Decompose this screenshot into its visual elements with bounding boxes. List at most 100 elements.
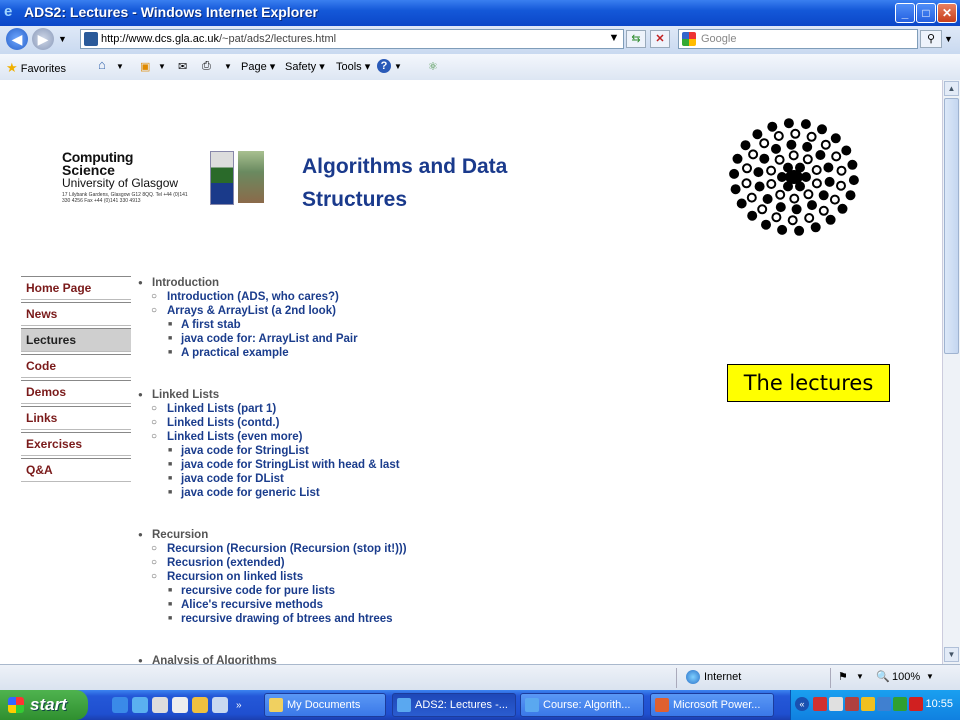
tray-icon-7[interactable]: [909, 697, 923, 711]
stop-icon[interactable]: ✕: [650, 30, 670, 48]
tray-icon-1[interactable]: [813, 697, 827, 711]
sub-link[interactable]: java code for: ArrayList and Pair: [138, 332, 658, 346]
quicklaunch-more-icon[interactable]: »: [236, 700, 242, 711]
quicklaunch-icon-3[interactable]: [152, 697, 168, 713]
menu-item-q-a[interactable]: Q&A: [21, 458, 131, 482]
pattern-dot: [848, 175, 859, 186]
menu-item-home-page[interactable]: Home Page: [21, 276, 131, 300]
tray-icon-3[interactable]: [845, 697, 859, 711]
ie-task-icon: [397, 698, 411, 712]
ie-quicklaunch-icon[interactable]: [112, 697, 128, 713]
lecture-link[interactable]: Linked Lists (even more): [138, 430, 658, 444]
forward-button[interactable]: ▶: [32, 28, 54, 50]
address-input[interactable]: http://www.dcs.gla.ac.uk/~pat/ads2/lectu…: [80, 29, 624, 49]
pattern-dot: [845, 190, 856, 201]
task-ads2-lectures[interactable]: ADS2: Lectures -...: [392, 693, 516, 717]
home-dropdown-icon[interactable]: ▼: [116, 62, 124, 71]
print-dropdown-icon[interactable]: ▼: [224, 62, 232, 71]
tools-menu[interactable]: Tools ▾: [336, 60, 370, 73]
scroll-thumb[interactable]: [944, 98, 959, 354]
sub-link[interactable]: java code for StringList with head & las…: [138, 458, 658, 472]
research-icon[interactable]: ⚛: [428, 60, 438, 73]
safety-menu[interactable]: Safety ▾: [285, 60, 325, 73]
pattern-dot: [766, 179, 777, 189]
task-my-documents[interactable]: My Documents: [264, 693, 386, 717]
lecture-link[interactable]: Recusrion (extended): [138, 556, 658, 570]
menu-item-lectures[interactable]: Lectures: [21, 328, 131, 352]
tray-icon-2[interactable]: [829, 697, 843, 711]
pattern-dot: [830, 133, 841, 144]
protected-mode-icon[interactable]: ⚑: [838, 670, 848, 683]
zoom-level[interactable]: 100%: [892, 671, 920, 683]
protected-mode-dropdown-icon[interactable]: ▼: [856, 672, 864, 681]
sub-link[interactable]: java code for DList: [138, 472, 658, 486]
print-icon[interactable]: ⎙: [202, 60, 211, 73]
pattern-dot: [836, 165, 847, 176]
help-dropdown-icon[interactable]: ▼: [394, 62, 402, 71]
refresh-icon[interactable]: ⇆: [626, 30, 646, 48]
mail-icon[interactable]: ✉: [178, 60, 187, 73]
university-logo[interactable]: Computing Science University of Glasgow …: [62, 150, 267, 208]
quicklaunch-icon-6[interactable]: [212, 697, 228, 713]
pattern-dot: [800, 119, 811, 130]
pattern-dot: [795, 181, 805, 192]
recent-pages-dropdown-icon[interactable]: ▼: [58, 34, 67, 44]
start-button[interactable]: start: [0, 690, 88, 720]
help-icon[interactable]: ?: [377, 59, 391, 73]
tray-icon-4[interactable]: [861, 697, 875, 711]
page-menu[interactable]: Page ▾: [241, 60, 275, 73]
powerpoint-icon: [655, 698, 669, 712]
feeds-icon[interactable]: ▣: [140, 60, 150, 73]
tray-collapse-icon[interactable]: «: [795, 697, 809, 711]
menu-item-demos[interactable]: Demos: [21, 380, 131, 404]
close-button[interactable]: ✕: [937, 3, 957, 23]
search-input[interactable]: Google: [678, 29, 918, 49]
pattern-dot: [761, 219, 771, 230]
task-course-algorithms[interactable]: Course: Algorith...: [520, 693, 644, 717]
quicklaunch-icon-2[interactable]: [132, 697, 148, 713]
pattern-dot: [818, 205, 829, 216]
tray-icon-6[interactable]: [893, 697, 907, 711]
feeds-dropdown-icon[interactable]: ▼: [158, 62, 166, 71]
lecture-link[interactable]: Recursion (Recursion (Recursion (stop it…: [138, 542, 658, 556]
lecture-link[interactable]: Recursion on linked lists: [138, 570, 658, 584]
tray-icon-5[interactable]: [877, 697, 891, 711]
menu-item-links[interactable]: Links: [21, 406, 131, 430]
pattern-dot: [791, 204, 802, 215]
lecture-link[interactable]: Arrays & ArrayList (a 2nd look): [138, 304, 658, 318]
pattern-dot: [788, 150, 799, 161]
lecture-link[interactable]: Introduction (ADS, who cares?): [138, 290, 658, 304]
maximize-button[interactable]: □: [916, 3, 936, 23]
pattern-dot: [783, 181, 793, 192]
menu-item-exercises[interactable]: Exercises: [21, 432, 131, 456]
lecture-link[interactable]: Linked Lists (contd.): [138, 416, 658, 430]
vertical-scrollbar[interactable]: ▲ ▼: [942, 80, 960, 664]
minimize-button[interactable]: _: [895, 3, 915, 23]
home-icon[interactable]: ⌂: [98, 57, 106, 72]
search-icon[interactable]: ⚲: [920, 30, 942, 48]
search-options-icon[interactable]: ▼: [944, 34, 953, 44]
pattern-dot: [759, 138, 770, 149]
sub-link[interactable]: java code for StringList: [138, 444, 658, 458]
pattern-dot: [771, 212, 782, 223]
pattern-dot: [824, 176, 835, 187]
scroll-down-icon[interactable]: ▼: [944, 647, 959, 662]
sub-link[interactable]: recursive code for pure lists: [138, 584, 658, 598]
scroll-up-icon[interactable]: ▲: [944, 81, 959, 96]
sub-link[interactable]: Alice's recursive methods: [138, 598, 658, 612]
address-dropdown-icon[interactable]: ▼: [606, 30, 622, 48]
lecture-link[interactable]: Linked Lists (part 1): [138, 402, 658, 416]
sub-link[interactable]: A first stab: [138, 318, 658, 332]
menu-item-code[interactable]: Code: [21, 354, 131, 378]
quicklaunch-icon-5[interactable]: [192, 697, 208, 713]
sub-link[interactable]: A practical example: [138, 346, 658, 360]
sub-link[interactable]: java code for generic List: [138, 486, 658, 500]
task-microsoft-powerpoint[interactable]: Microsoft Power...: [650, 693, 774, 717]
zoom-dropdown-icon[interactable]: ▼: [926, 672, 934, 681]
back-button[interactable]: ◀: [6, 28, 28, 50]
sub-link[interactable]: recursive drawing of btrees and htrees: [138, 612, 658, 626]
menu-item-news[interactable]: News: [21, 302, 131, 326]
favorites-button[interactable]: ★ Favorites: [6, 60, 66, 76]
quicklaunch-icon-4[interactable]: [172, 697, 188, 713]
pattern-center: [785, 170, 803, 184]
